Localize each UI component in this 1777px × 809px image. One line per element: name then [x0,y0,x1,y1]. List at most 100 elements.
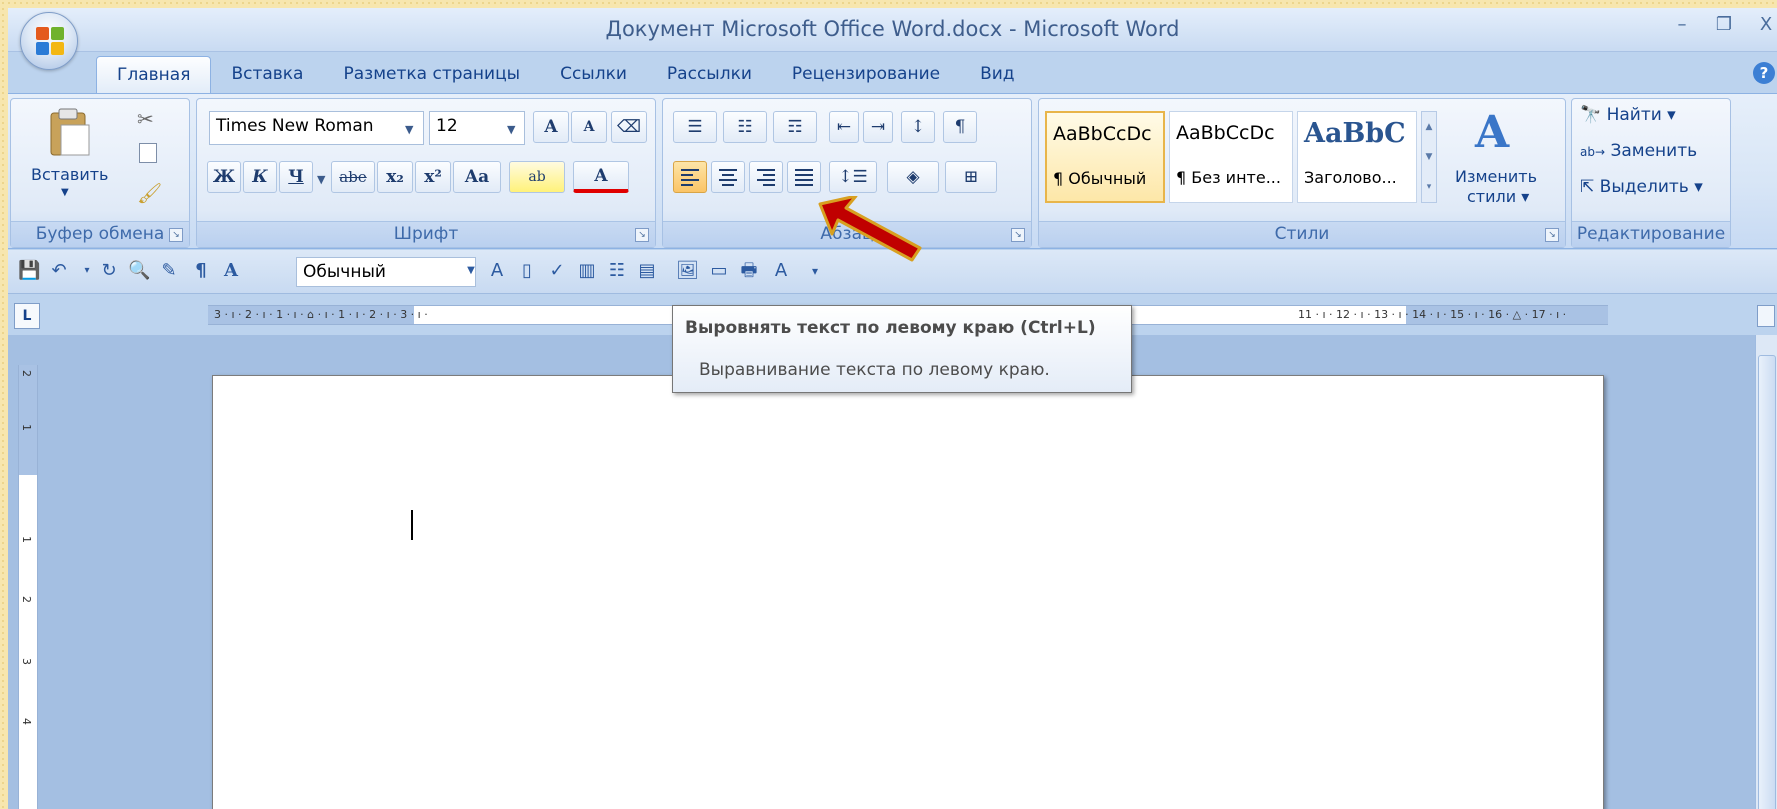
text-caret [411,510,413,540]
align-center-button[interactable] [711,161,745,193]
italic-button[interactable]: К [243,161,277,193]
numbering-button[interactable]: ☷ [723,111,767,143]
page-icon[interactable]: ▭ [708,260,730,282]
bullets-button[interactable]: ☰ [673,111,717,143]
clear-formatting-icon[interactable]: ⌫ [611,111,647,143]
underline-button[interactable]: Ч [279,161,313,193]
restore-button[interactable]: ❐ [1713,14,1735,35]
red-arrow-icon [818,196,922,262]
document-page[interactable] [212,375,1604,809]
office-button[interactable] [20,12,78,70]
copy-icon[interactable] [139,143,157,163]
find-button[interactable]: 🔭 Найти ▾ [1580,105,1676,125]
align-left-button[interactable] [673,161,707,193]
font-name-field[interactable]: Times New Roman [209,111,424,145]
highlight-button[interactable]: ab [509,161,565,193]
view-ruler-icon[interactable] [1757,305,1775,327]
decrease-indent-button[interactable]: ⇤ [829,111,859,143]
new-document-icon[interactable]: ▯ [516,260,538,282]
tab-references[interactable]: Ссылки [540,56,647,94]
tab-insert[interactable]: Вставка [211,56,323,94]
edit-icon[interactable]: ✎ [158,260,180,282]
save-icon[interactable]: 💾 [18,260,40,282]
font-name-dropdown-icon[interactable]: ▼ [405,123,413,136]
insert-icon[interactable]: ▤ [636,260,658,282]
align-right-button[interactable] [749,161,783,193]
style-normal[interactable]: AaBbCcDc ¶ Обычный [1045,111,1165,203]
quick-style-field[interactable]: Обычный [296,257,476,287]
replace-icon: ab→ [1580,145,1606,159]
minimize-button[interactable]: – [1671,14,1693,35]
table-icon[interactable]: ☷ [606,260,628,282]
picture-icon[interactable]: 🖼 [676,260,699,282]
replace-button[interactable]: ab→ Заменить [1580,141,1697,161]
paragraph-launcher-icon[interactable]: ↘ [1011,228,1025,242]
strikethrough-button[interactable]: abe [331,161,375,193]
window-title: Документ Microsoft Office Word.docx - Mi… [605,17,1180,41]
borders-button[interactable]: ⊞ [945,161,997,193]
line-spacing-button[interactable]: ↕☰ [829,161,877,193]
underline-dropdown-icon[interactable]: ▼ [317,173,325,186]
select-button[interactable]: ⇱ Выделить ▾ [1580,177,1703,197]
quick-style-dropdown-icon[interactable]: ▼ [460,260,482,282]
redo-icon[interactable]: ↻ [98,260,120,282]
styles-launcher-icon[interactable]: ↘ [1545,228,1559,242]
show-formatting-button[interactable]: ¶ [943,111,977,143]
paste-label: Вставить [31,165,109,184]
vertical-ruler[interactable]: 2 1 1 2 3 4 [18,365,38,809]
multilevel-list-button[interactable]: ☶ [773,111,817,143]
ruler-left-scale: 3 · ı · 2 · ı · 1 · ı · ⌂ · ı · 1 · ı · … [214,308,428,321]
cut-icon[interactable]: ✂ [137,107,154,131]
change-styles-button[interactable]: A Изменить стили ▾ [1445,105,1555,215]
paragraph-mark-icon[interactable]: ¶ [190,260,212,282]
print-preview-icon[interactable]: 🔍 [128,260,150,282]
vruler-num: 2 [20,596,33,603]
font-icon[interactable]: A [220,260,242,282]
style-heading[interactable]: AaBbC Заголово... [1297,111,1417,203]
style-heading-sample: AaBbC [1304,118,1406,149]
office-logo-icon [36,27,64,55]
title-bar: Документ Microsoft Office Word.docx - Mi… [8,8,1777,52]
format-painter-icon[interactable]: 🖌 [137,181,162,205]
print-icon[interactable]: 🖶 [738,260,760,282]
shading-button[interactable]: ◈ [887,161,939,193]
vruler-num: 2 [20,370,33,377]
tab-review[interactable]: Рецензирование [772,56,960,94]
grow-font-button[interactable]: A [533,111,569,143]
subscript-button[interactable]: x₂ [377,161,413,193]
font-color-button[interactable]: A [573,161,629,193]
tab-view[interactable]: Вид [960,56,1034,94]
spelling-icon[interactable]: ✓ [546,260,568,282]
change-styles-icon: A [1475,107,1510,158]
font-size-dropdown-icon[interactable]: ▼ [507,123,515,136]
clipboard-launcher-icon[interactable]: ↘ [169,228,183,242]
styles-scroll[interactable]: ▲ ▼ ▾ [1421,111,1437,203]
columns-icon[interactable]: ▥ [576,260,598,282]
close-button[interactable]: X [1755,14,1777,35]
shrink-font-button[interactable]: A [571,111,607,143]
superscript-button[interactable]: x² [415,161,451,193]
help-icon[interactable]: ? [1753,62,1775,84]
wordart-icon[interactable]: A [770,260,792,282]
font-launcher-icon[interactable]: ↘ [635,228,649,242]
paste-button[interactable]: Вставить ▼ [31,107,108,207]
vertical-scrollbar[interactable] [1755,335,1777,809]
font-color-qat-icon[interactable]: A [486,260,508,282]
clipboard-group-label: Буфер обмена [11,221,189,247]
tab-page-layout[interactable]: Разметка страницы [323,56,540,94]
bold-button[interactable]: Ж [207,161,241,193]
vertical-ruler-margin [19,365,37,475]
sort-button[interactable]: ↕ [901,111,935,143]
tab-mailings[interactable]: Рассылки [647,56,772,94]
word-window: Документ Microsoft Office Word.docx - Mi… [8,8,1777,809]
style-no-spacing[interactable]: AaBbCcDc ¶ Без инте... [1169,111,1293,203]
increase-indent-button[interactable]: ⇥ [863,111,893,143]
change-case-button[interactable]: Aa [453,161,501,193]
tab-home[interactable]: Главная [96,56,212,94]
undo-dropdown-icon[interactable]: ▾ [76,260,98,282]
tab-selector-icon[interactable]: L [14,303,40,329]
justify-button[interactable] [787,161,821,193]
undo-icon[interactable]: ↶ [48,260,70,282]
scrollbar-thumb[interactable] [1758,355,1776,809]
align-right-icon [757,169,775,186]
